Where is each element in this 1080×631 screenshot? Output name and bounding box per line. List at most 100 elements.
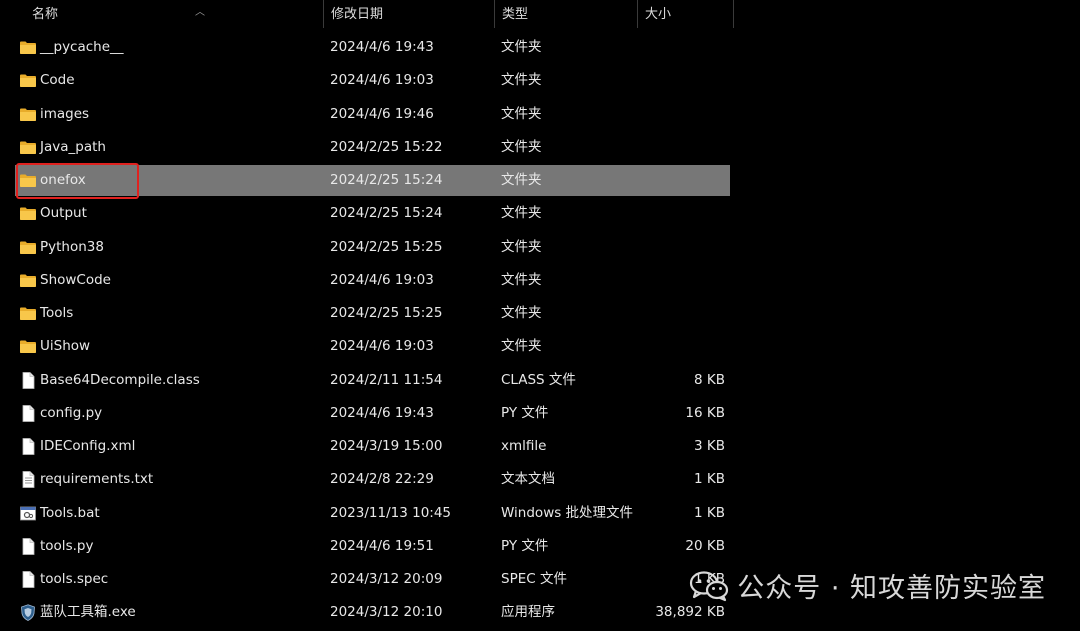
file-size: 8 KB [694,371,725,388]
file-type: 应用程序 [501,604,555,621]
folder-icon [19,39,37,56]
file-modified-date: 2024/2/25 15:25 [330,305,443,321]
text-file-icon [19,471,37,489]
file-type: 文件夹 [501,72,542,89]
file-row[interactable]: 蓝队工具箱.exe 2024/3/12 20:10 应用程序 38,892 KB [15,597,730,628]
file-modified-date: 2024/3/19 15:00 [330,438,443,454]
column-header-date[interactable]: 修改日期 [324,0,495,30]
file-type: CLASS 文件 [501,371,576,388]
file-explorer: 名称 ︿ 修改日期 类型 大小 __pycache__ 2024/4/6 19:4… [0,0,1080,631]
file-modified-date: 2024/2/11 11:54 [330,371,443,388]
file-modified-date: 2024/3/12 20:09 [330,571,443,587]
file-modified-date: 2024/4/6 19:51 [330,537,434,554]
sort-up-icon: ︿ [195,7,205,18]
file-modified-date: 2024/2/25 15:24 [330,172,443,188]
file-type: 文件夹 [501,205,542,222]
column-header-type[interactable]: 类型 [495,0,638,30]
file-icon [19,371,37,389]
file-modified-date: 2024/4/6 19:43 [330,39,434,55]
file-row[interactable]: Tools.bat 2023/11/13 10:45 Windows 批处理文件 1 … [15,498,730,529]
file-row[interactable]: Java_path 2024/2/25 15:22 文件夹 [15,132,730,163]
batch-file-icon [19,505,37,522]
file-type: PY 文件 [501,404,549,421]
column-header-size[interactable]: 大小 [638,0,734,30]
file-row[interactable]: ShowCode 2024/4/6 19:03 文件夹 [15,265,730,296]
file-icon [19,438,37,455]
file-size [625,32,725,63]
file-size [625,265,725,296]
file-row[interactable]: __pycache__ 2024/4/6 19:43 文件夹 [15,32,730,63]
file-name: ShowCode [40,271,111,288]
file-name: tools.py [40,537,94,554]
file-type: 文件夹 [501,305,542,321]
folder-icon [19,106,37,123]
file-name: Java_path [40,138,106,155]
file-name: IDEConfig.xml [40,438,136,454]
folder-icon [19,272,37,289]
file-size: 16 KB [685,404,725,421]
file-size [625,165,725,196]
column-header-type-label: 类型 [502,7,529,22]
folder-icon [19,72,37,89]
file-row[interactable]: requirements.txt 2024/2/8 22:29 文本文档 1 KB [15,464,730,495]
file-modified-date: 2024/4/6 19:43 [330,404,434,421]
file-row[interactable]: IDEConfig.xml 2024/3/19 15:00 xmlfile 3 KB [15,431,730,462]
file-size [625,132,725,163]
file-size [625,65,725,96]
file-row[interactable]: Output 2024/2/25 15:24 文件夹 [15,198,730,229]
file-name: config.py [40,404,103,421]
file-row[interactable]: tools.py 2024/4/6 19:51 PY 文件 20 KB [15,531,730,562]
file-modified-date: 2024/3/12 20:10 [330,604,443,621]
file-row[interactable]: Tools 2024/2/25 15:25 文件夹 [15,298,730,329]
file-name: Tools.bat [40,504,100,521]
file-name: images [40,105,90,122]
file-type: 文件夹 [501,105,542,122]
file-icon [19,537,37,555]
file-row[interactable]: images 2024/4/6 19:46 文件夹 [15,99,730,130]
column-divider[interactable] [733,0,734,28]
highlight-annotation-box [16,163,139,199]
file-type: 文件夹 [501,138,542,155]
file-modified-date: 2024/4/6 19:03 [330,72,434,89]
file-name: UiShow [40,338,91,355]
file-row[interactable]: Python38 2024/2/25 15:25 文件夹 [15,232,730,263]
file-row[interactable]: Code 2024/4/6 19:03 文件夹 [15,65,730,96]
file-icon [19,404,37,422]
file-name: tools.spec [40,571,109,587]
file-row[interactable]: UiShow 2024/4/6 19:03 文件夹 [15,331,730,362]
folder-icon [19,305,37,322]
file-name: Base64Decompile.class [40,371,200,388]
folder-icon [19,338,37,355]
file-modified-date: 2024/2/8 22:29 [330,471,434,488]
file-modified-date: 2024/2/25 15:22 [330,138,443,155]
file-icon [19,571,37,588]
file-type: xmlfile [501,438,547,454]
file-type: 文件夹 [501,271,542,288]
file-size: 20 KB [685,537,725,554]
file-size [625,99,725,130]
file-name: Code [40,72,75,89]
file-row[interactable]: config.py 2024/4/6 19:43 PY 文件 16 KB [15,398,730,429]
column-header-name[interactable]: 名称 ︿ [25,0,324,30]
watermark: 公众号 · 知攻善防实验室 [689,566,1046,605]
file-modified-date: 2024/2/25 15:24 [330,205,443,222]
file-row[interactable]: tools.spec 2024/3/12 20:09 SPEC 文件 1 KB [15,564,730,595]
file-modified-date: 2024/4/6 19:46 [330,105,434,122]
file-modified-date: 2023/11/13 10:45 [330,504,452,521]
file-modified-date: 2024/4/6 19:03 [330,338,434,355]
file-name: Output [40,205,87,222]
file-type: 文本文档 [501,471,555,488]
exe-shield-icon [19,604,37,622]
folder-icon [19,205,37,222]
file-size: 1 KB [694,504,725,521]
file-type: PY 文件 [501,537,549,554]
file-type: 文件夹 [501,39,542,55]
file-name: Tools [40,305,74,321]
file-row[interactable]: Base64Decompile.class 2024/2/11 11:54 CLAS… [15,365,730,396]
folder-icon [19,239,37,256]
file-name: Python38 [40,238,104,255]
column-header-name-label: 名称 [32,7,59,22]
file-size: 1 KB [694,471,725,488]
folder-icon [19,139,37,156]
file-type: Windows 批处理文件 [501,504,634,521]
